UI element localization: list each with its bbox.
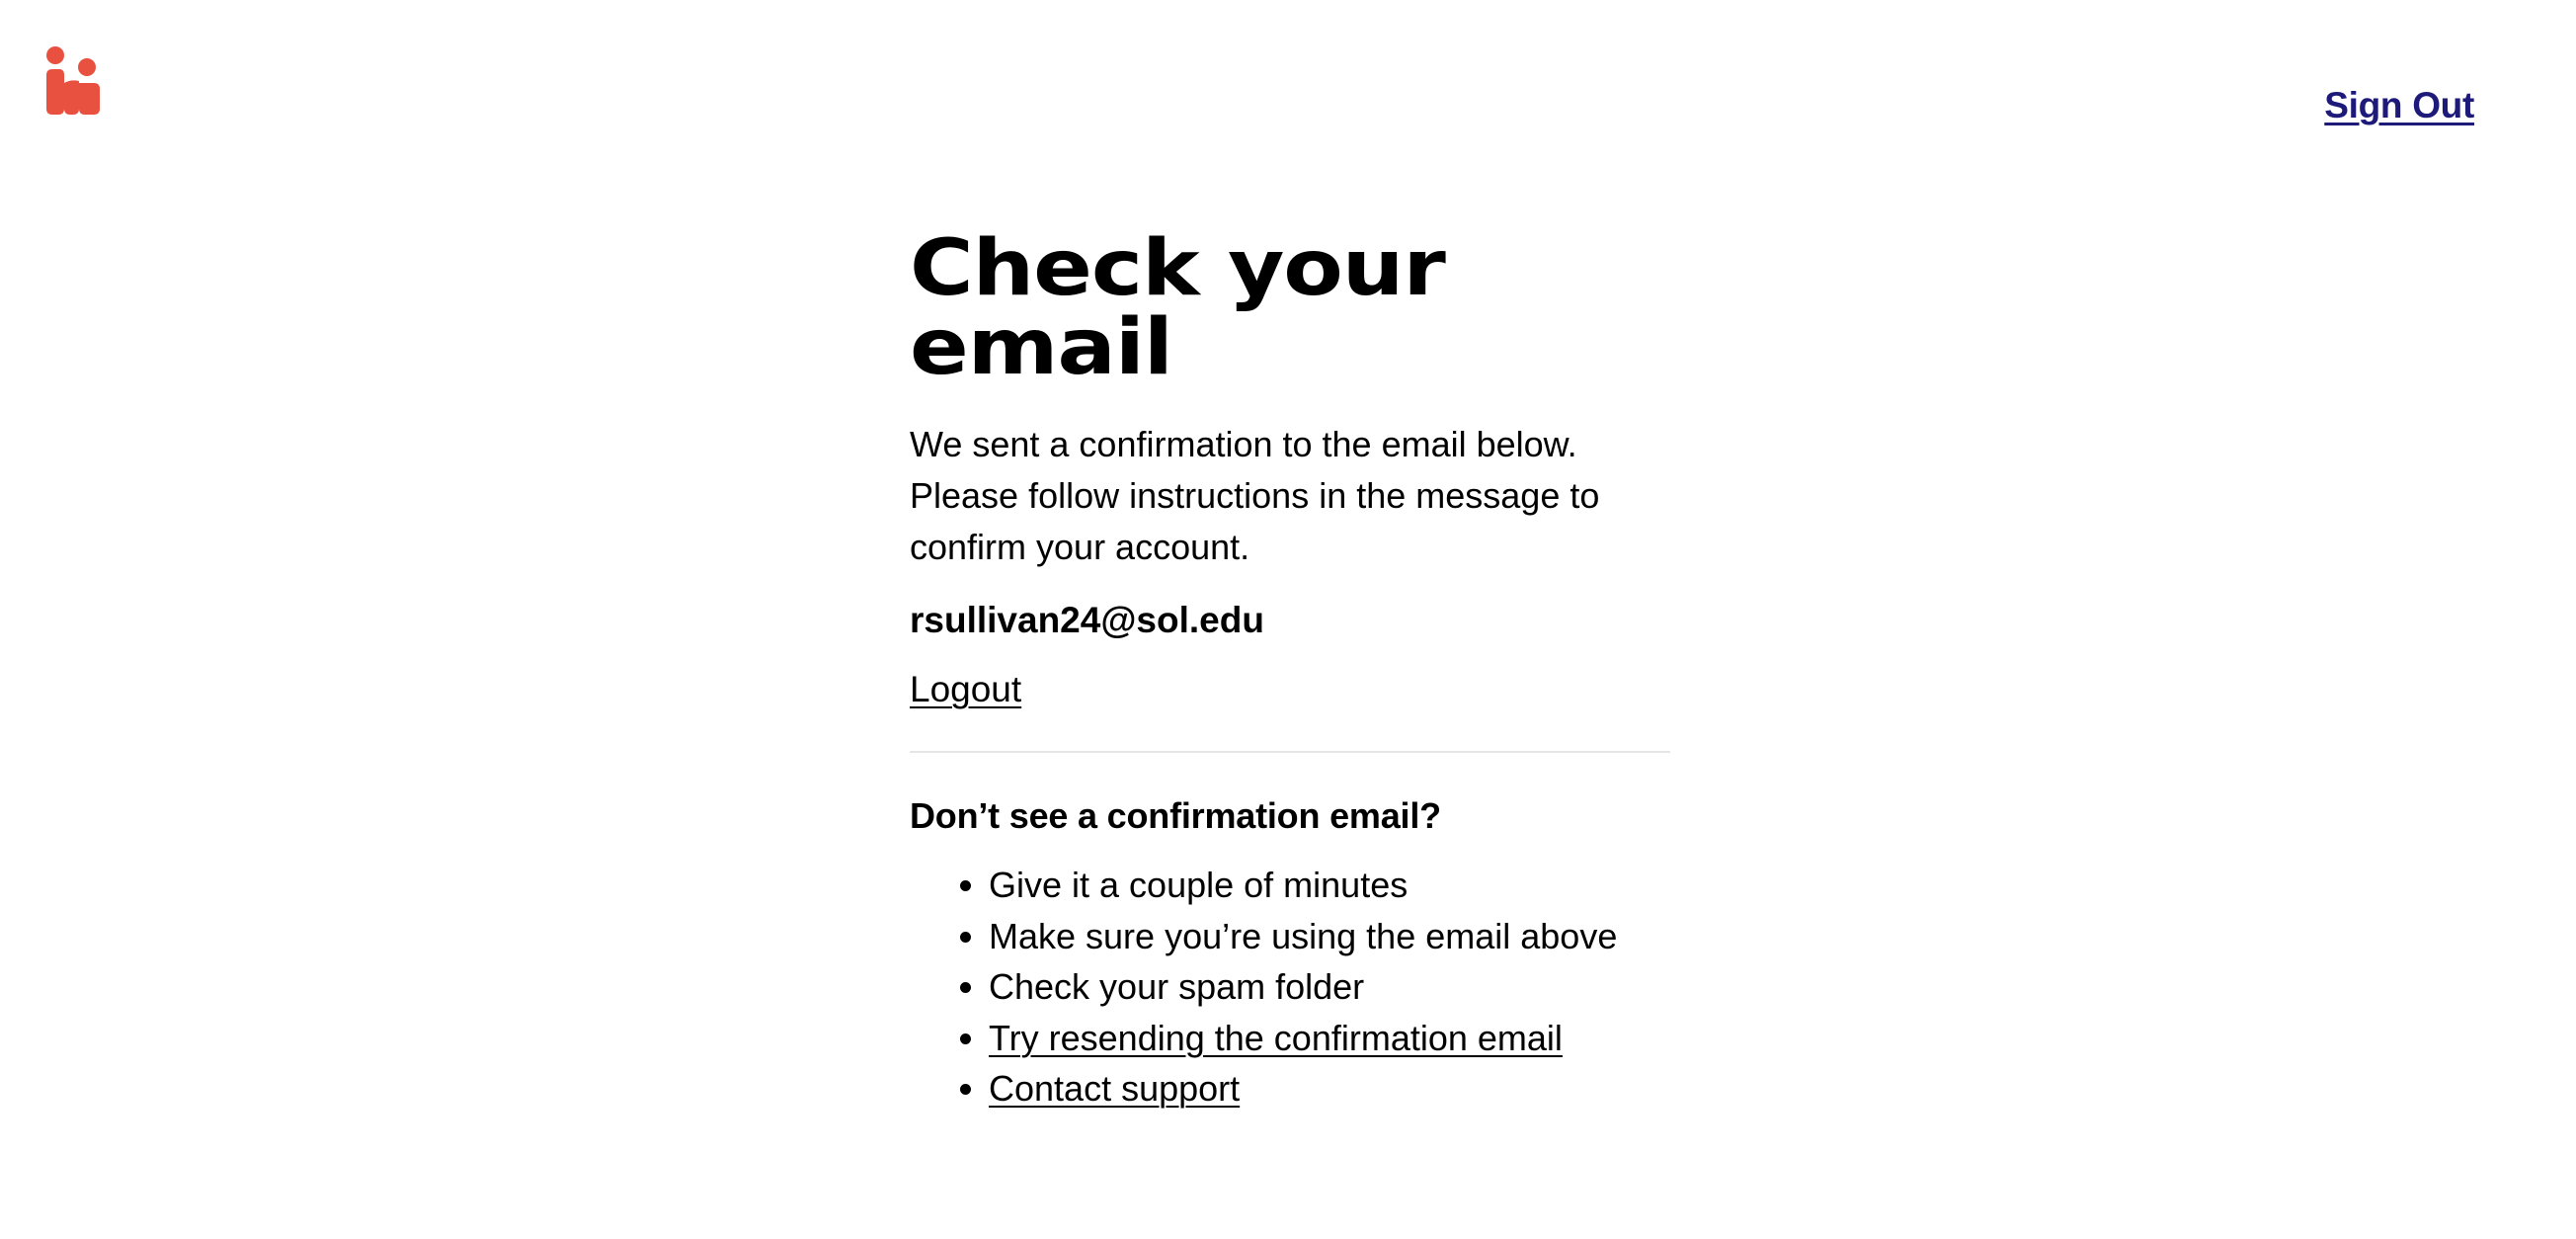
sign-out-link[interactable]: Sign Out (2324, 85, 2474, 126)
tip-check-email: Make sure you’re using the email above (989, 915, 1618, 956)
tips-list: Give it a couple of minutes Make sure yo… (910, 860, 1670, 1115)
list-item: Try resending the confirmation email (989, 1013, 1670, 1064)
resend-email-link[interactable]: Try resending the confirmation email (989, 1018, 1563, 1058)
list-item: Contact support (989, 1063, 1670, 1115)
tip-wait: Give it a couple of minutes (989, 865, 1409, 905)
contact-support-link[interactable]: Contact support (989, 1068, 1240, 1109)
page-title: Check your email (910, 224, 1446, 392)
account-email: rsullivan24@sol.edu (910, 600, 1264, 640)
list-item: Give it a couple of minutes (989, 860, 1670, 911)
confirmation-panel: Check your email We sent a confirmation … (910, 229, 1670, 1115)
list-item: Check your spam folder (989, 961, 1670, 1013)
handshake-logo-icon[interactable] (43, 45, 101, 117)
page: Sign Out Check your email We sent a conf… (0, 0, 2576, 1239)
logout-link[interactable]: Logout (910, 666, 1021, 713)
divider (910, 751, 1670, 753)
tip-spam-folder: Check your spam folder (989, 966, 1365, 1007)
intro-text: We sent a confirmation to the email belo… (910, 424, 1600, 567)
list-item: Make sure you’re using the email above (989, 911, 1670, 962)
help-heading: Don’t see a confirmation email? (910, 795, 1441, 836)
